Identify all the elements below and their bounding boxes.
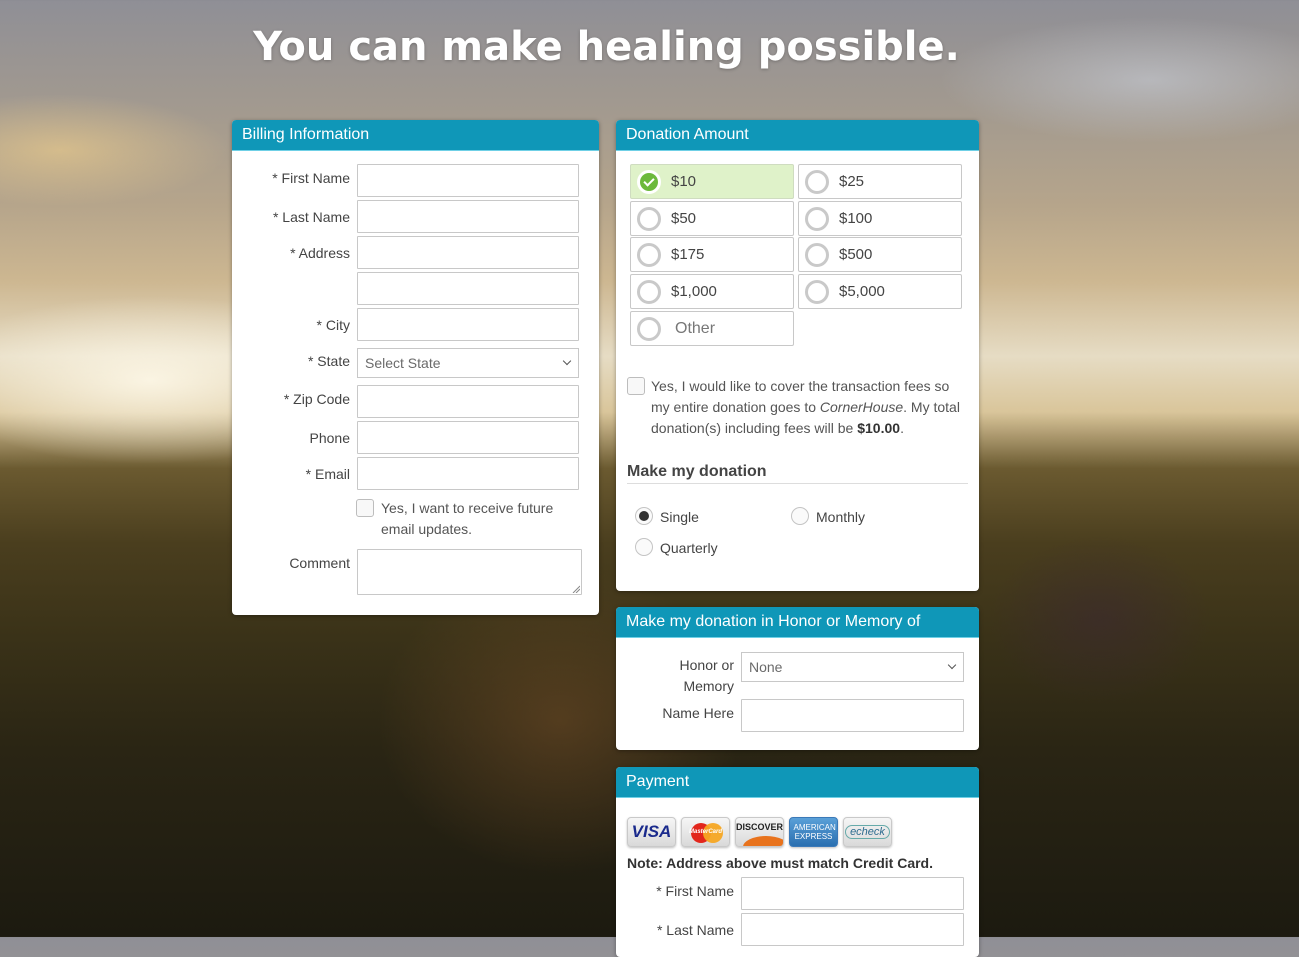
state-label: * State xyxy=(307,353,350,369)
frequency-radio-single[interactable] xyxy=(635,507,653,525)
radio-ring-icon xyxy=(637,206,661,231)
phone-label: Phone xyxy=(309,430,350,446)
first-name-input[interactable] xyxy=(357,164,579,197)
honor-label-line2: Memory xyxy=(683,678,734,694)
frequency-divider xyxy=(627,483,968,484)
payment-note: Note: Address above must match Credit Ca… xyxy=(627,855,933,871)
frequency-radio-monthly[interactable] xyxy=(791,507,809,525)
card-logos: VISA MasterCard DISCOVER AMERICAN EXPRES… xyxy=(627,817,892,847)
honor-select-value: None xyxy=(749,659,783,675)
payment-panel-header: Payment xyxy=(616,767,979,798)
comment-textarea[interactable] xyxy=(357,549,582,595)
city-label: * City xyxy=(316,317,350,333)
amount-option-100[interactable]: $100 xyxy=(798,201,962,236)
donation-panel-header: Donation Amount xyxy=(616,120,979,151)
amount-label: $5,000 xyxy=(839,283,885,300)
checkmark-icon xyxy=(637,169,661,194)
payment-panel: Payment VISA MasterCard DISCOVER AMERICA… xyxy=(616,767,979,957)
first-name-label: * First Name xyxy=(272,170,350,186)
address-line2-input[interactable] xyxy=(357,272,579,305)
email-updates-label: Yes, I want to receive future email upda… xyxy=(381,500,554,537)
amount-label: $500 xyxy=(839,246,873,263)
radio-ring-icon xyxy=(637,242,661,267)
resize-handle-icon[interactable] xyxy=(572,585,580,593)
address-line1-input[interactable] xyxy=(357,236,579,269)
amount-option-25[interactable]: $25 xyxy=(798,164,962,199)
amount-label: $1,000 xyxy=(671,283,717,300)
radio-ring-icon xyxy=(637,316,661,341)
city-input[interactable] xyxy=(357,308,579,341)
radio-ring-icon xyxy=(805,206,829,231)
amount-option-10[interactable]: $10 xyxy=(630,164,794,199)
phone-input[interactable] xyxy=(357,421,579,454)
chevron-down-icon xyxy=(947,660,957,670)
amount-label: $175 xyxy=(671,246,705,263)
zip-input[interactable] xyxy=(357,385,579,418)
state-select[interactable]: Select State xyxy=(357,348,579,378)
radio-ring-icon xyxy=(805,242,829,267)
amount-option-other[interactable]: Other xyxy=(630,311,794,346)
fees-total: $10.00 xyxy=(857,420,901,436)
honor-name-input[interactable] xyxy=(741,699,964,732)
cover-fees-label: Yes, I would like to cover the transacti… xyxy=(651,376,969,439)
address-label: * Address xyxy=(290,245,350,261)
honor-or-memory-select[interactable]: None xyxy=(741,652,964,682)
amount-label: $50 xyxy=(671,210,697,227)
radio-ring-icon xyxy=(805,279,829,304)
billing-panel-header: Billing Information xyxy=(232,120,599,151)
payment-first-name-input[interactable] xyxy=(741,877,964,910)
headline-text: You can make healing possible. xyxy=(253,24,960,70)
cover-fees-checkbox[interactable] xyxy=(627,377,645,395)
chevron-down-icon xyxy=(562,356,572,366)
visa-card-icon: VISA xyxy=(627,817,676,847)
frequency-label-quarterly: Quarterly xyxy=(660,540,718,556)
zip-label: * Zip Code xyxy=(283,391,350,407)
comment-label: Comment xyxy=(289,555,350,571)
amount-option-500[interactable]: $500 xyxy=(798,237,962,272)
amount-option-1000[interactable]: $1,000 xyxy=(630,274,794,309)
radio-ring-icon xyxy=(805,169,829,194)
echeck-icon: echeck xyxy=(843,817,892,847)
donation-panel: Donation Amount Yes, I would like to cov… xyxy=(616,120,979,591)
amount-option-50[interactable]: $50 xyxy=(630,201,794,236)
amount-label: $25 xyxy=(839,173,865,190)
name-here-label: Name Here xyxy=(662,705,734,721)
amount-label: $10 xyxy=(671,173,697,190)
amex-card-icon: AMERICAN EXPRESS xyxy=(789,817,838,847)
frequency-heading: Make my donation xyxy=(627,463,767,480)
last-name-input[interactable] xyxy=(357,200,579,233)
amount-option-175[interactable]: $175 xyxy=(630,237,794,272)
radio-ring-icon xyxy=(637,279,661,304)
email-label: * Email xyxy=(305,466,350,482)
state-select-value: Select State xyxy=(365,355,441,371)
billing-panel: Billing Information * First Name * Last … xyxy=(232,120,599,615)
last-name-label: * Last Name xyxy=(272,209,350,225)
email-updates-checkbox[interactable] xyxy=(356,499,374,517)
honor-or-memory-label: Honor or Memory xyxy=(616,655,734,697)
frequency-label-monthly: Monthly xyxy=(816,509,866,525)
honor-label-line1: Honor or xyxy=(679,657,734,673)
amount-label: Other xyxy=(675,319,716,337)
frequency-radio-quarterly[interactable] xyxy=(635,538,653,556)
payment-last-name-input[interactable] xyxy=(741,913,964,946)
amount-option-5000[interactable]: $5,000 xyxy=(798,274,962,309)
fees-text-3: . xyxy=(900,420,904,436)
discover-card-icon: DISCOVER xyxy=(735,817,784,847)
honor-panel-header: Make my donation in Honor or Memory of xyxy=(616,607,979,638)
frequency-label-single: Single xyxy=(660,509,699,525)
payment-first-name-label: * First Name xyxy=(656,883,734,899)
mastercard-icon: MasterCard xyxy=(681,817,730,847)
email-input[interactable] xyxy=(357,457,579,490)
org-name: CornerHouse xyxy=(819,399,904,415)
honor-panel: Make my donation in Honor or Memory of H… xyxy=(616,607,979,750)
payment-last-name-label: * Last Name xyxy=(656,922,734,938)
page-headline: You can make healing possible. xyxy=(0,24,1299,70)
amount-label: $100 xyxy=(839,210,873,227)
